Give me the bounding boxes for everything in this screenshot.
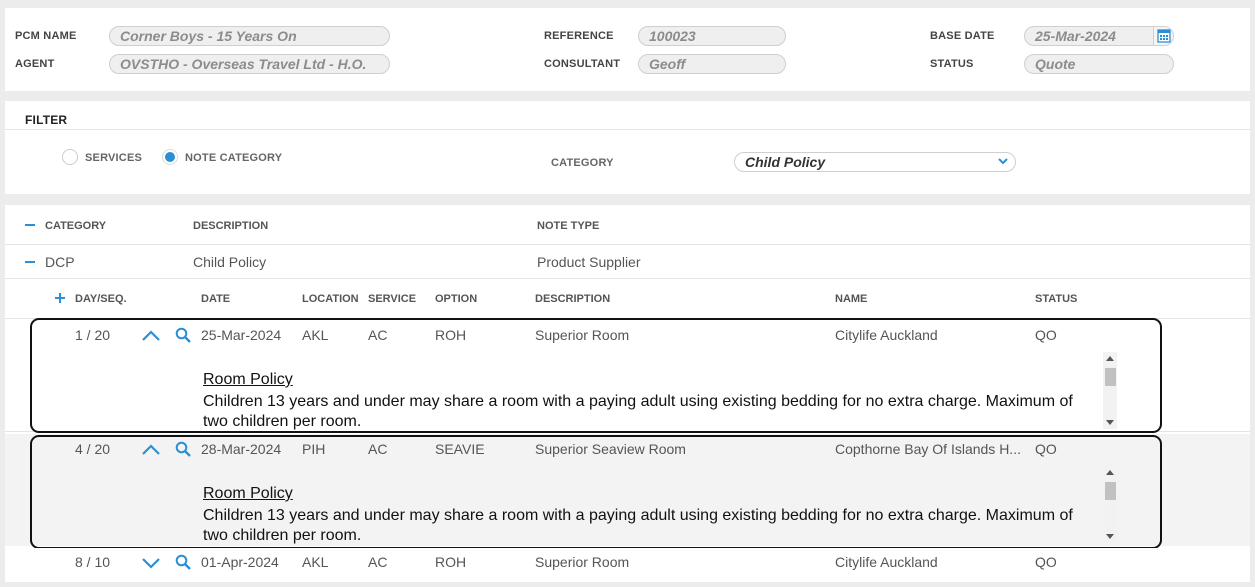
note-type-column-header[interactable]: NOTE TYPE <box>537 220 599 232</box>
services-table-header: DAY/SEQ. DATE LOCATION SERVICE OPTION DE… <box>5 280 1250 319</box>
option-column-header[interactable]: OPTION <box>435 293 477 305</box>
services-radio-label[interactable]: SERVICES <box>85 152 142 164</box>
filter-panel: FILTER SERVICES NOTE CATEGORY CATEGORY C… <box>5 101 1250 194</box>
chevron-down-icon <box>998 158 1008 165</box>
category-table-header: CATEGORY DESCRIPTION NOTE TYPE <box>5 205 1250 245</box>
service-description: Superior Room <box>535 554 630 570</box>
note-category-radio-label[interactable]: NOTE CATEGORY <box>185 152 282 164</box>
service-location: AKL <box>302 554 329 570</box>
highlight-outline <box>30 435 1162 549</box>
calendar-icon[interactable] <box>1153 27 1173 45</box>
category-description: Child Policy <box>193 254 267 270</box>
collapse-all-icon[interactable] <box>25 224 35 226</box>
service-status: QO <box>1035 554 1057 570</box>
filter-divider <box>5 129 1250 130</box>
service-name: Citylife Auckland <box>835 554 938 570</box>
chevron-down-icon[interactable] <box>141 556 161 570</box>
base-date-field[interactable]: 25-Mar-2024 <box>1024 26 1174 46</box>
service-description-column-header[interactable]: DESCRIPTION <box>535 293 610 305</box>
collapse-category-icon[interactable] <box>25 261 35 263</box>
filter-title: FILTER <box>25 113 68 127</box>
category-select-value: Child Policy <box>745 154 826 170</box>
category-filter-label: CATEGORY <box>551 157 614 169</box>
service-option: ROH <box>435 554 467 570</box>
note-category-radio[interactable] <box>162 149 178 165</box>
agent-label: AGENT <box>15 58 55 70</box>
location-column-header[interactable]: LOCATION <box>302 293 359 305</box>
category-note-type: Product Supplier <box>537 254 641 270</box>
service-column-header[interactable]: SERVICE <box>368 293 416 305</box>
agent-field[interactable]: OVSTHO - Overseas Travel Ltd - H.O. <box>109 54 390 74</box>
base-date-value: 25-Mar-2024 <box>1035 28 1116 44</box>
service-date: 01-Apr-2024 <box>201 554 279 570</box>
category-column-header[interactable]: CATEGORY <box>45 220 106 232</box>
reference-field[interactable]: 100023 <box>638 26 786 46</box>
date-column-header[interactable]: DATE <box>201 293 230 305</box>
booking-header-panel: PCM NAME Corner Boys - 15 Years On AGENT… <box>5 8 1250 91</box>
description-column-header[interactable]: DESCRIPTION <box>193 220 268 232</box>
pcm-name-label: PCM NAME <box>15 30 77 42</box>
reference-label: REFERENCE <box>544 30 614 42</box>
expand-all-icon[interactable] <box>55 293 65 303</box>
consultant-label: CONSULTANT <box>544 58 621 70</box>
category-code: DCP <box>45 254 75 270</box>
day-seq-column-header[interactable]: DAY/SEQ. <box>75 293 127 305</box>
highlight-outline <box>30 318 1162 433</box>
category-row[interactable]: DCP Child Policy Product Supplier <box>5 246 1250 279</box>
services-radio[interactable] <box>62 149 78 165</box>
status-label: STATUS <box>930 58 974 70</box>
pcm-name-field[interactable]: Corner Boys - 15 Years On <box>109 26 390 46</box>
search-icon[interactable] <box>175 554 191 570</box>
name-column-header[interactable]: NAME <box>835 293 867 305</box>
category-select[interactable]: Child Policy <box>734 152 1016 172</box>
day-seq: 8 / 10 <box>75 554 111 570</box>
status-field[interactable]: Quote <box>1024 54 1174 74</box>
service-type: AC <box>368 554 388 570</box>
base-date-label: BASE DATE <box>930 30 995 42</box>
status-column-header[interactable]: STATUS <box>1035 293 1077 305</box>
consultant-field[interactable]: Geoff <box>638 54 786 74</box>
table-row[interactable]: 8 / 10 01-Apr-2024 AKL AC ROH Superior R… <box>5 548 1250 580</box>
